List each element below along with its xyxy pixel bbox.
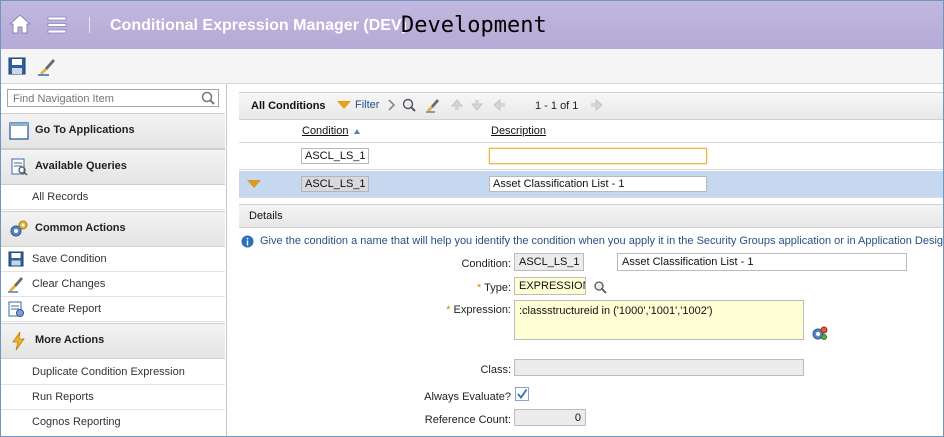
clear-filter-icon[interactable] [425,97,441,113]
previous-page-icon[interactable] [491,97,507,113]
type-field[interactable]: EXPRESSION [514,277,586,295]
go-to-applications-section[interactable]: Go To Applications [1,113,225,149]
cognos-reporting-label: Cognos Reporting [32,416,121,428]
clear-changes-label: Clear Changes [32,278,106,290]
title-separator [89,17,90,33]
run-reports-label: Run Reports [32,391,94,403]
filter-button[interactable]: Filter [337,99,379,111]
filter-description-input[interactable] [489,148,707,164]
menu-icon[interactable] [46,14,68,36]
filter-condition-input[interactable] [301,148,369,164]
always-evaluate-checkbox[interactable] [515,387,529,401]
common-actions-label: Common Actions [35,222,126,234]
sidebar-item-all-records[interactable]: All Records [1,185,225,210]
details-info-text: Give the condition a name that will help… [260,235,943,247]
row-condition: ASCL_LS_1 [301,176,369,192]
available-queries-section[interactable]: Available Queries [1,149,225,185]
sort-ascending-icon[interactable] [353,128,361,136]
create-report-label: Create Report [32,303,102,315]
first-page-icon[interactable] [449,97,465,113]
details-title: Details [249,210,283,222]
previous-arrow-icon[interactable] [469,97,485,113]
always-evaluate-label: Always Evaluate? [424,391,511,403]
condition-description-field[interactable]: Asset Classification List - 1 [617,253,907,271]
expression-label: * Expression: [427,304,511,316]
queries-icon [11,158,28,176]
sidebar-item-duplicate-condition[interactable]: Duplicate Condition Expression [1,360,225,385]
info-icon [241,235,254,248]
sidebar-item-clear-changes[interactable]: Clear Changes [1,272,225,297]
application-window-icon [9,122,29,140]
condition-label: Condition: [461,258,511,270]
main-content: All Conditions Filter 1 - 1 of 1 Conditi… [227,84,943,436]
reference-count-label: Reference Count: [424,414,511,426]
search-icon[interactable] [593,280,607,294]
save-icon[interactable] [7,56,27,76]
sidebar-item-create-report[interactable]: Create Report [1,297,225,322]
common-actions-section[interactable]: Common Actions [1,211,225,247]
clear-changes-icon [8,277,23,293]
column-header-description[interactable]: Description [491,125,546,137]
clear-changes-icon[interactable] [37,56,57,76]
main-toolbar [1,49,943,84]
expression-builder-icon[interactable] [812,325,828,341]
more-actions-label: More Actions [35,334,105,346]
save-icon [8,251,24,267]
available-queries-label: Available Queries [35,160,127,172]
class-label: Class: [480,364,511,376]
filter-row [239,143,943,170]
environment-label: Development [401,13,547,38]
required-asterisk-icon: * [446,304,451,316]
expression-label-text: Expression: [453,304,511,316]
page-count: 1 - 1 of 1 [535,100,579,112]
lightning-icon [12,331,25,351]
nav-search-input[interactable] [11,91,200,107]
go-to-applications-label: Go To Applications [35,124,135,136]
create-report-icon [8,301,24,317]
next-page-icon[interactable] [589,97,605,113]
filter-icon [337,101,351,110]
nav-search [7,89,219,107]
filter-label: Filter [355,99,380,111]
duplicate-condition-label: Duplicate Condition Expression [32,366,185,378]
required-asterisk-icon: * [476,282,482,294]
application-window: Conditional Expression Manager (DEV) Dev… [0,0,944,437]
chevron-right-icon[interactable] [384,97,400,113]
save-condition-label: Save Condition [32,253,107,265]
search-icon[interactable] [401,97,417,113]
row-description: Asset Classification List - 1 [489,176,707,192]
home-icon[interactable] [9,13,31,35]
sidebar-item-cognos-reporting[interactable]: Cognos Reporting [1,410,225,434]
type-label-text: Type: [484,282,511,294]
expression-field[interactable]: :classstructureid in ('1000','1001','100… [514,300,804,340]
title-bar: Conditional Expression Manager (DEV) Dev… [1,1,943,49]
row-details-toggle-icon[interactable] [247,180,261,188]
all-records-label: All Records [32,191,89,203]
column-header-condition[interactable]: Condition [302,125,348,137]
details-info-line: Give the condition a name that will help… [239,234,943,250]
details-header: Details [239,204,943,228]
reference-count-field: 0 [514,409,586,426]
sidebar-item-save-condition[interactable]: Save Condition [1,247,225,272]
sidebar-item-run-reports[interactable]: Run Reports [1,385,225,410]
navigation-sidebar: Go To Applications Available Queries All… [1,84,227,436]
type-label: * Type: [427,282,511,294]
more-actions-section[interactable]: More Actions [1,323,225,359]
list-toolbar: All Conditions Filter 1 - 1 of 1 [239,92,943,120]
table-header: Condition Description [239,120,943,143]
list-title: All Conditions [251,100,326,112]
gears-icon [10,220,28,237]
class-field [514,359,804,376]
search-icon[interactable] [200,90,216,106]
table-row[interactable]: ASCL_LS_1 Asset Classification List - 1 [239,171,943,198]
app-title: Conditional Expression Manager (DEV) [110,17,407,34]
condition-field: ASCL_LS_1 [514,253,584,271]
